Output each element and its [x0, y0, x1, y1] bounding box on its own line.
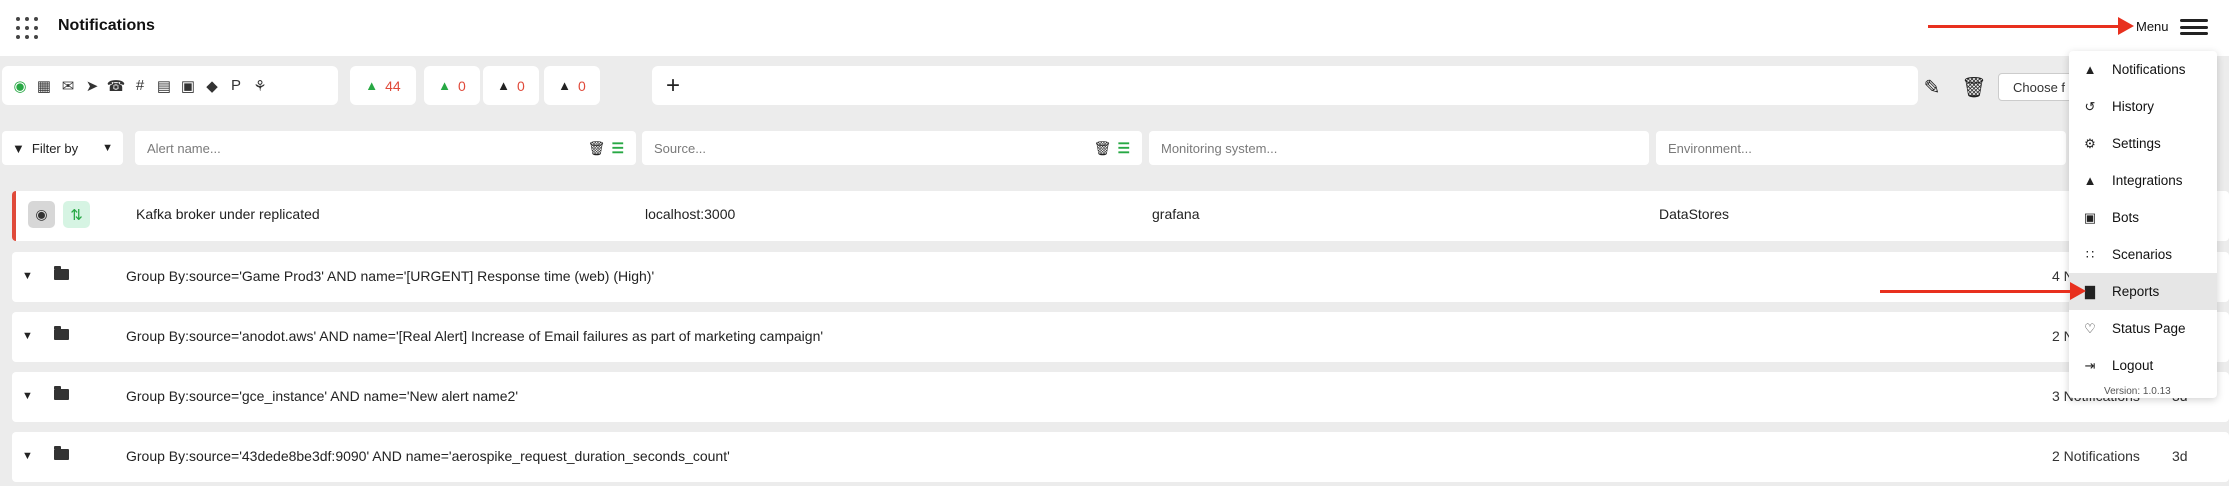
apps-grid-icon[interactable] [16, 17, 38, 39]
channel-toolbar: ◉ ▦ ✉ ➤ ☎ # ▤ ▣ ◆ P ⚘ [2, 66, 338, 105]
bell-icon: ▲ [2083, 173, 2097, 188]
source-placeholder: Source... [654, 140, 707, 156]
folder-icon [54, 446, 69, 460]
add-button[interactable]: + [666, 72, 680, 100]
alert-name-placeholder: Alert name... [147, 140, 221, 156]
menu-item-history[interactable]: ↺ History [2069, 88, 2217, 125]
expand-caret-icon[interactable]: ▼ [22, 330, 33, 342]
group-age: 3d [2172, 448, 2188, 464]
group-label: Group By:source='Game Prod3' AND name='[… [126, 268, 655, 284]
email-icon[interactable]: ✉ [57, 75, 79, 97]
menu-label[interactable]: Menu [2136, 19, 2169, 34]
folder-icon [54, 326, 69, 340]
alert-monitoring-cell: grafana [1152, 206, 1200, 222]
folder-icon [54, 386, 69, 400]
expand-caret-icon[interactable]: ▼ [22, 390, 33, 402]
environment-filter[interactable]: Environment... [1656, 131, 2066, 165]
alert-name-filter[interactable]: Alert name... 🗑 ☰ [135, 131, 636, 165]
sms-icon[interactable]: ▤ [153, 75, 175, 97]
ack-counter[interactable]: ▲ 0 [424, 66, 480, 105]
filter-by-label: Filter by [31, 140, 79, 156]
bell-snooze-icon: ▲ [497, 78, 511, 93]
menu-item-scenarios[interactable]: ∷ Scenarios [2069, 236, 2217, 273]
eye-icon[interactable]: ◉ [9, 75, 31, 97]
source-filter[interactable]: Source... 🗑 ☰ [642, 131, 1142, 165]
main-menu-dropdown: ▲ Notifications ↺ History ⚙ Settings ▲ I… [2069, 51, 2217, 398]
pushover-icon[interactable]: P [225, 75, 247, 97]
version-label: Version: 1.0.13 [2104, 386, 2171, 397]
expand-caret-icon[interactable]: ▼ [22, 450, 33, 462]
menu-item-notifications[interactable]: ▲ Notifications [2069, 51, 2217, 88]
trash-icon[interactable]: 🗑 [1961, 74, 1987, 100]
bell-ack-icon: ▲ [438, 78, 452, 93]
slack-icon[interactable]: # [129, 75, 151, 97]
choose-select[interactable]: Choose f [1998, 73, 2078, 101]
add-panel: + [652, 66, 1918, 105]
menu-item-settings[interactable]: ⚙ Settings [2069, 125, 2217, 162]
clear-filter-icon[interactable]: 🗑 [588, 140, 606, 157]
monitoring-system-filter[interactable]: Monitoring system... [1149, 131, 1649, 165]
folder-icon [54, 266, 69, 280]
alert-source-cell: localhost:3000 [645, 206, 736, 222]
page-title: Notifications [58, 17, 155, 34]
expand-caret-icon[interactable]: ▼ [22, 270, 33, 282]
menu-item-bots[interactable]: ▣ Bots [2069, 199, 2217, 236]
bell-icon: ▲ [2083, 62, 2097, 77]
muted-counter[interactable]: ▲ 0 [544, 66, 600, 105]
chevron-down-icon: ▼ [102, 142, 113, 154]
menu-item-reports[interactable]: ▇ Reports [2069, 273, 2217, 310]
menu-item-logout[interactable]: ⇥ Logout [2069, 347, 2217, 384]
webhook-icon[interactable]: ⚘ [249, 75, 271, 97]
group-row[interactable]: ▼ Group By:source='anodot.aws' AND name=… [12, 312, 2229, 362]
group-count: 2 Notifications [2052, 448, 2140, 464]
menu-item-status-page[interactable]: ♡ Status Page [2069, 310, 2217, 347]
group-row[interactable]: ▼ Group By:source='gce_instance' AND nam… [12, 372, 2229, 422]
save-view-icon[interactable]: ✎ [1919, 74, 1945, 100]
filter-icon: ▼ [12, 140, 25, 156]
annotation-arrow [1928, 17, 2134, 35]
annotation-arrow [1880, 282, 2086, 300]
signl4-icon[interactable]: ◆ [201, 75, 223, 97]
scenarios-icon: ∷ [2085, 246, 2095, 262]
history-icon: ↺ [2084, 98, 2096, 114]
logout-icon: ⇥ [2084, 357, 2096, 373]
heartbeat-icon: ♡ [2084, 320, 2096, 336]
menu-item-integrations[interactable]: ▲ Integrations [2069, 162, 2217, 199]
filter-by-dropdown[interactable]: ▼ Filter by ▼ [2, 131, 123, 165]
telegram-icon[interactable]: ➤ [81, 75, 103, 97]
list-filter-icon[interactable]: ☰ [611, 140, 624, 157]
gear-icon: ⚙ [2084, 135, 2096, 151]
list-filter-icon[interactable]: ☰ [1117, 140, 1130, 157]
view-eye-icon[interactable]: ◉ [28, 201, 55, 228]
group-label: Group By:source='gce_instance' AND name=… [126, 388, 519, 404]
discord-icon[interactable]: ▣ [177, 75, 199, 97]
top-bar: Notifications Menu [0, 0, 2229, 56]
environment-placeholder: Environment... [1668, 140, 1752, 156]
clear-filter-icon[interactable]: 🗑 [1094, 140, 1112, 157]
group-row[interactable]: ▼ Group By:source='43dede8be3df:9090' AN… [12, 432, 2229, 482]
bell-alert-icon: ▲ [365, 78, 379, 93]
group-label: Group By:source='43dede8be3df:9090' AND … [126, 448, 730, 464]
bell-off-icon: ▲ [558, 78, 572, 93]
alert-row[interactable]: ◉ ⇅ Kafka broker under replicated localh… [12, 191, 2229, 241]
sort-swap-icon[interactable]: ⇅ [63, 201, 90, 228]
alert-environment-cell: DataStores [1659, 206, 1730, 222]
snooze-counter[interactable]: ▲ 0 [483, 66, 539, 105]
alert-counter[interactable]: ▲ 44 [350, 66, 416, 105]
monitoring-placeholder: Monitoring system... [1161, 140, 1278, 156]
robot-icon: ▣ [2083, 209, 2097, 225]
teams-icon[interactable]: ▦ [33, 75, 55, 97]
hamburger-menu-icon[interactable] [2180, 19, 2208, 35]
phone-icon[interactable]: ☎ [105, 75, 127, 97]
group-label: Group By:source='anodot.aws' AND name='[… [126, 328, 824, 344]
alert-name-cell: Kafka broker under replicated [136, 206, 320, 222]
group-row[interactable]: ▼ Group By:source='Game Prod3' AND name=… [12, 252, 2229, 302]
